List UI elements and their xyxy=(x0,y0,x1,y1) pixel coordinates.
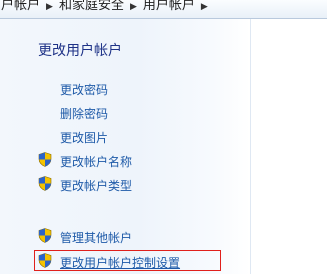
pane-divider xyxy=(250,19,251,274)
breadcrumb-arrow-icon[interactable]: ▶ xyxy=(46,2,53,12)
page-title: 更改用户帐户 xyxy=(38,43,122,59)
uac-shield-icon xyxy=(38,253,52,268)
remove-password-link[interactable]: 删除密码 xyxy=(60,105,108,122)
uac-shield-icon xyxy=(38,176,52,191)
change-account-type-link[interactable]: 更改帐户类型 xyxy=(60,177,132,194)
uac-shield-icon xyxy=(38,228,52,243)
manage-other-accounts-link[interactable]: 管理其他帐户 xyxy=(60,229,132,246)
breadcrumb-item-user-accounts[interactable]: 用户帐户 xyxy=(0,0,40,13)
uac-shield-icon xyxy=(38,152,52,167)
change-picture-link[interactable]: 更改图片 xyxy=(60,129,108,146)
breadcrumb-arrow-icon[interactable]: ▶ xyxy=(130,2,137,12)
change-password-link[interactable]: 更改密码 xyxy=(60,81,108,98)
change-uac-settings-link[interactable]: 更改用户帐户控制设置 xyxy=(60,254,180,271)
breadcrumb-arrow-icon[interactable]: ▶ xyxy=(201,2,208,12)
change-account-name-link[interactable]: 更改帐户名称 xyxy=(60,153,132,170)
breadcrumb-item-current[interactable]: 用户帐户 xyxy=(143,0,195,13)
breadcrumb-item-family-safety[interactable]: 和家庭安全 xyxy=(59,0,124,13)
breadcrumb: 用户帐户 ▶ 和家庭安全 ▶ 用户帐户 ▶ xyxy=(0,0,327,19)
